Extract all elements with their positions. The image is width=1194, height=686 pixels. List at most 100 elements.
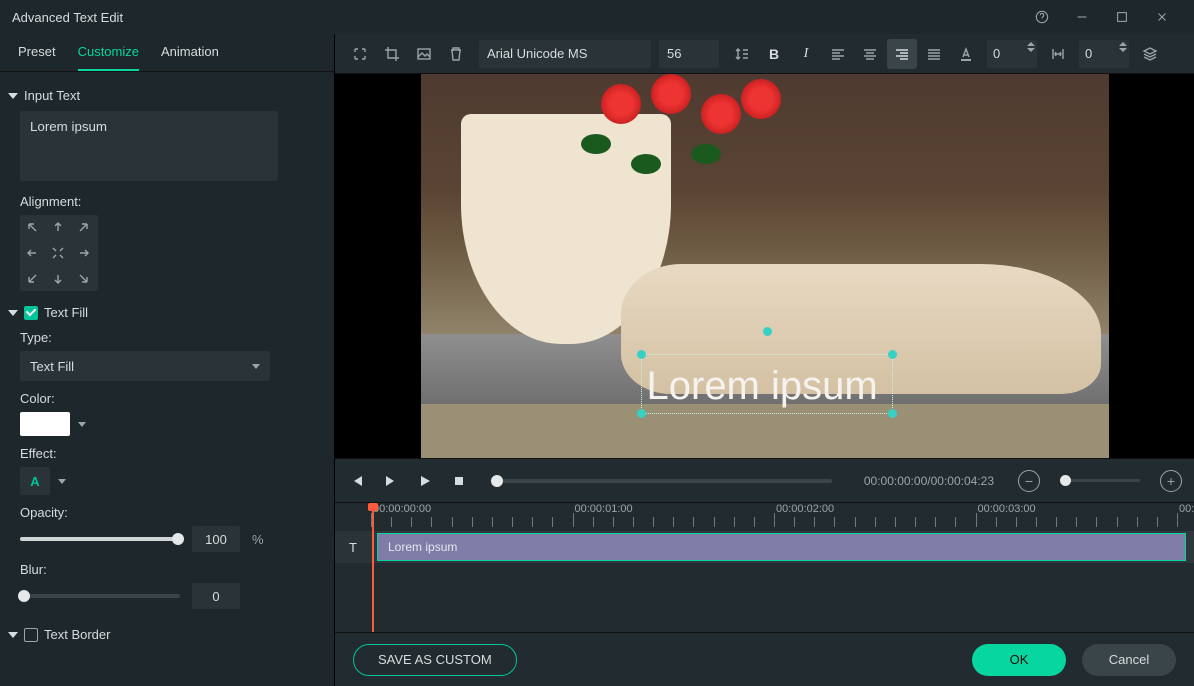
timeline-ruler[interactable]: 00:00:00:0000:00:01:0000:00:02:0000:00:0…: [371, 503, 1194, 531]
font-family-select[interactable]: Arial Unicode MS: [479, 40, 651, 68]
play-button[interactable]: [415, 471, 435, 491]
type-label: Type:: [20, 330, 316, 345]
chevron-down-icon: [252, 364, 260, 369]
font-family-value: Arial Unicode MS: [487, 46, 587, 61]
cancel-button[interactable]: Cancel: [1082, 644, 1176, 676]
font-size-select[interactable]: 56: [659, 40, 719, 68]
help-icon[interactable]: [1022, 0, 1062, 34]
minimize-button[interactable]: [1062, 0, 1102, 34]
maximize-button[interactable]: [1102, 0, 1142, 34]
title-bar: Advanced Text Edit: [0, 0, 1194, 34]
tracking-value: 0: [993, 46, 1000, 61]
layers-icon[interactable]: [1135, 39, 1165, 69]
section-text-fill: Text Fill Type: Text Fill Color: Effect:…: [0, 293, 334, 615]
step-forward-button[interactable]: [381, 471, 401, 491]
playback-progress[interactable]: [491, 479, 832, 483]
section-header: Input Text: [24, 88, 80, 103]
color-swatch[interactable]: [20, 412, 70, 436]
zoom-in-button[interactable]: +: [1160, 470, 1182, 492]
leading-value: 0: [1085, 46, 1092, 61]
image-icon[interactable]: [409, 39, 439, 69]
text-track: T Lorem ipsum: [335, 531, 1194, 563]
ok-button[interactable]: OK: [972, 644, 1066, 676]
step-back-button[interactable]: [347, 471, 367, 491]
section-header: Text Border: [44, 627, 110, 642]
playback-bar: 00:00:00:00/00:00:04:23 − +: [335, 458, 1194, 502]
track-body[interactable]: Lorem ipsum: [371, 531, 1194, 563]
disclosure-icon[interactable]: [8, 93, 18, 99]
preview-canvas[interactable]: Lorem ipsum: [421, 74, 1109, 458]
color-label: Color:: [20, 391, 316, 406]
tab-customize[interactable]: Customize: [78, 44, 139, 71]
ruler-label: 00:00:03:00: [978, 503, 1036, 515]
section-input-text: Input Text Alignment:: [0, 76, 334, 293]
align-justify-button[interactable]: [919, 39, 949, 69]
blur-label: Blur:: [20, 562, 316, 577]
section-header: Text Fill: [44, 305, 88, 320]
font-size-value: 56: [667, 46, 681, 61]
align-right-button[interactable]: [887, 39, 917, 69]
preview-text[interactable]: Lorem ipsum: [647, 364, 878, 409]
window-title: Advanced Text Edit: [12, 10, 123, 25]
save-as-custom-button[interactable]: SAVE AS CUSTOM: [353, 644, 517, 676]
tab-preset[interactable]: Preset: [18, 44, 56, 71]
sidebar-scroll[interactable]: Input Text Alignment:: [0, 72, 334, 686]
timeline: 00:00:00:0000:00:01:0000:00:02:0000:00:0…: [335, 502, 1194, 632]
chevron-down-icon[interactable]: [78, 422, 86, 427]
text-color-icon[interactable]: [951, 39, 981, 69]
zoom-out-button[interactable]: −: [1018, 470, 1040, 492]
crop-icon[interactable]: [377, 39, 407, 69]
disclosure-icon[interactable]: [8, 632, 18, 638]
tab-animation[interactable]: Animation: [161, 44, 219, 71]
align-bottom-right[interactable]: [72, 267, 96, 291]
timecode: 00:00:00:00/00:00:04:23: [864, 474, 994, 488]
opacity-value[interactable]: 100: [192, 526, 240, 552]
transform-icon[interactable]: [345, 39, 375, 69]
align-right[interactable]: [72, 241, 96, 265]
align-top[interactable]: [46, 215, 70, 239]
clip-label: Lorem ipsum: [388, 540, 457, 554]
close-button[interactable]: [1142, 0, 1182, 34]
zoom-slider[interactable]: [1060, 479, 1140, 482]
effect-preview[interactable]: A: [20, 467, 50, 495]
align-bottom[interactable]: [46, 267, 70, 291]
opacity-slider[interactable]: [20, 537, 180, 541]
ruler-label: 00:00:01:00: [575, 503, 633, 515]
text-border-checkbox[interactable]: [24, 628, 38, 642]
sidebar-tabs: Preset Customize Animation: [0, 34, 334, 72]
italic-button[interactable]: I: [791, 39, 821, 69]
blur-slider[interactable]: [20, 594, 180, 598]
type-select[interactable]: Text Fill: [20, 351, 270, 381]
tracking-spinner[interactable]: 0: [987, 40, 1037, 68]
align-center-button[interactable]: [855, 39, 885, 69]
bold-button[interactable]: B: [759, 39, 789, 69]
track-type-icon: T: [335, 531, 371, 563]
trash-icon[interactable]: [441, 39, 471, 69]
blur-value[interactable]: 0: [192, 583, 240, 609]
ruler-label: 00:00:02:00: [776, 503, 834, 515]
align-left-button[interactable]: [823, 39, 853, 69]
align-center[interactable]: [46, 241, 70, 265]
align-bottom-left[interactable]: [20, 267, 44, 291]
align-top-left[interactable]: [20, 215, 44, 239]
opacity-label: Opacity:: [20, 505, 316, 520]
type-value: Text Fill: [30, 359, 74, 374]
alignment-label: Alignment:: [20, 194, 316, 209]
disclosure-icon[interactable]: [8, 310, 18, 316]
text-fill-checkbox[interactable]: [24, 306, 38, 320]
text-clip[interactable]: Lorem ipsum: [377, 533, 1186, 561]
effect-label: Effect:: [20, 446, 316, 461]
dialog-footer: SAVE AS CUSTOM OK Cancel: [335, 632, 1194, 686]
opacity-unit: %: [252, 532, 264, 547]
align-top-right[interactable]: [72, 215, 96, 239]
line-spacing-icon[interactable]: [727, 39, 757, 69]
input-text-field[interactable]: [20, 111, 278, 181]
stop-button[interactable]: [449, 471, 469, 491]
alignment-grid: [20, 215, 98, 291]
preview-area: Lorem ipsum: [335, 74, 1194, 458]
playhead[interactable]: [372, 503, 374, 632]
chevron-down-icon[interactable]: [58, 479, 66, 484]
leading-spinner[interactable]: 0: [1079, 40, 1129, 68]
char-spacing-icon[interactable]: [1043, 39, 1073, 69]
align-left[interactable]: [20, 241, 44, 265]
